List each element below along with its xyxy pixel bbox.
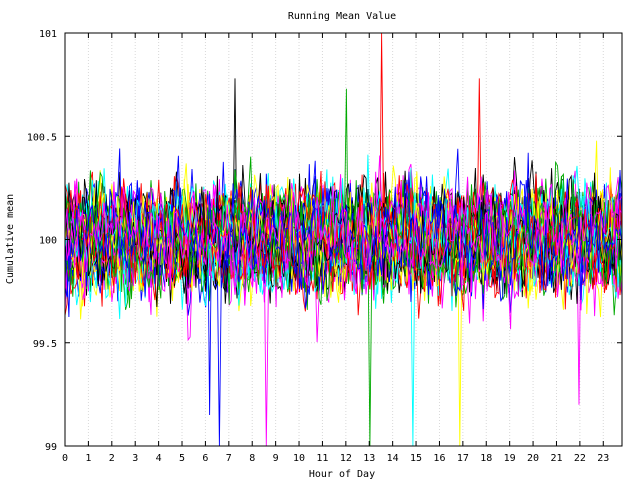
x-tick-label: 18	[480, 453, 492, 464]
x-tick-label: 0	[62, 453, 68, 464]
x-tick-label: 1	[85, 453, 91, 464]
x-tick-label: 9	[273, 453, 279, 464]
x-tick-label: 6	[202, 453, 208, 464]
x-tick-label: 4	[156, 453, 162, 464]
x-tick-label: 15	[410, 453, 422, 464]
y-axis-label: Cumulative mean	[5, 194, 16, 284]
x-tick-label: 13	[363, 453, 375, 464]
x-tick-label: 8	[249, 453, 255, 464]
x-tick-label: 20	[527, 453, 539, 464]
y-tick-label: 100.5	[27, 132, 57, 143]
x-tick-label: 12	[340, 453, 352, 464]
x-tick-label: 7	[226, 453, 232, 464]
y-tick-label: 101	[39, 29, 57, 40]
x-tick-label: 23	[597, 453, 609, 464]
x-tick-label: 3	[132, 453, 138, 464]
chart: 99 99.5 100 100.5 101 0 1 2 3 4 5 6 7 8 9 10 11 12 13 14 15 1…	[0, 0, 640, 480]
chart-title: Running Mean Value	[288, 11, 396, 22]
x-tick-label: 22	[574, 453, 586, 464]
x-tick-label: 10	[293, 453, 305, 464]
x-tick-label: 14	[387, 453, 399, 464]
chart-svg: 9999.5100100.51010 1 2 3 4 5 6 7 8 9 10 11 12 13 14 15 1…	[5, 11, 623, 480]
x-tick-label: 11	[316, 453, 328, 464]
y-tick-label: 100	[39, 236, 57, 247]
y-tick-label: 99.5	[33, 339, 57, 350]
x-axis-label: Hour of Day	[309, 469, 375, 480]
x-tick-label: 5	[179, 453, 185, 464]
x-tick-label: 2	[109, 453, 115, 464]
x-tick-label: 21	[550, 453, 562, 464]
y-tick-label: 99	[45, 442, 57, 453]
x-tick-label: 17	[457, 453, 469, 464]
x-tick-label: 19	[504, 453, 516, 464]
x-tick-label: 16	[433, 453, 445, 464]
